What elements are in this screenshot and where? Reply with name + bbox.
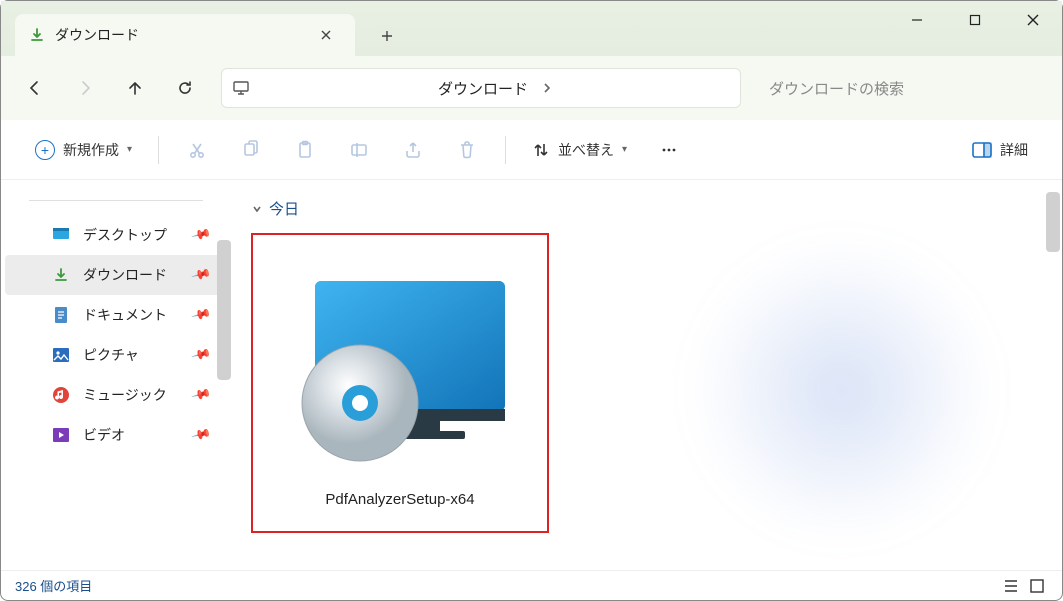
- search-input[interactable]: ダウンロードの検索: [755, 68, 967, 108]
- chevron-right-icon[interactable]: [542, 81, 552, 95]
- back-button[interactable]: [13, 68, 57, 108]
- file-item[interactable]: PdfAnalyzerSetup-x64: [251, 233, 549, 533]
- delete-button[interactable]: [443, 130, 491, 170]
- chevron-down-icon: ▾: [622, 144, 627, 155]
- breadcrumb: ダウンロード: [260, 78, 730, 99]
- download-icon: [51, 265, 71, 285]
- group-header-today[interactable]: 今日: [251, 198, 1042, 219]
- status-bar: 326 個の項目: [1, 570, 1062, 600]
- sidebar-item-label: デスクトップ: [83, 225, 167, 245]
- sidebar-item-label: ビデオ: [83, 425, 125, 445]
- divider: [29, 200, 203, 201]
- details-pane-icon: [972, 142, 992, 158]
- sidebar: デスクトップ 📌 ダウンロード 📌 ドキュメント 📌 ピクチャ 📌: [1, 180, 231, 570]
- download-icon: [29, 27, 45, 43]
- refresh-button[interactable]: [163, 68, 207, 108]
- content-scrollbar[interactable]: [1046, 192, 1060, 252]
- pin-icon: 📌: [190, 384, 212, 406]
- separator: [505, 136, 506, 164]
- new-label: 新規作成: [63, 140, 119, 160]
- new-tab-button[interactable]: [367, 16, 407, 56]
- close-window-button[interactable]: [1004, 1, 1062, 39]
- minimize-button[interactable]: [888, 1, 946, 39]
- sidebar-item-desktop[interactable]: デスクトップ 📌: [5, 215, 227, 255]
- separator: [158, 136, 159, 164]
- new-button[interactable]: + 新規作成 ▾: [23, 130, 144, 170]
- monitor-icon: [232, 79, 250, 97]
- pin-icon: 📌: [190, 264, 212, 286]
- share-button[interactable]: [389, 130, 437, 170]
- desktop-icon: [51, 225, 71, 245]
- breadcrumb-current[interactable]: ダウンロード: [438, 78, 528, 99]
- view-list-button[interactable]: [1000, 575, 1022, 597]
- pin-icon: 📌: [190, 304, 212, 326]
- sidebar-item-documents[interactable]: ドキュメント 📌: [5, 295, 227, 335]
- chevron-down-icon: ▾: [127, 144, 132, 155]
- pin-icon: 📌: [190, 344, 212, 366]
- document-icon: [51, 305, 71, 325]
- forward-button[interactable]: [63, 68, 107, 108]
- more-button[interactable]: [645, 130, 693, 170]
- window-controls: [888, 1, 1062, 39]
- sidebar-item-label: ドキュメント: [83, 305, 167, 325]
- pin-icon: 📌: [190, 424, 212, 446]
- group-label: 今日: [269, 198, 299, 219]
- address-box[interactable]: ダウンロード: [221, 68, 741, 108]
- cut-button[interactable]: [173, 130, 221, 170]
- music-icon: [51, 385, 71, 405]
- details-pane-button[interactable]: 詳細: [960, 130, 1040, 170]
- search-placeholder: ダウンロードの検索: [769, 78, 904, 99]
- title-bar: ダウンロード: [1, 1, 1062, 56]
- maximize-button[interactable]: [946, 1, 1004, 39]
- file-name: PdfAnalyzerSetup-x64: [325, 491, 474, 508]
- copy-button[interactable]: [227, 130, 275, 170]
- installer-icon: [285, 271, 515, 471]
- sidebar-scrollbar[interactable]: [217, 240, 231, 380]
- view-grid-button[interactable]: [1026, 575, 1048, 597]
- sidebar-item-label: ミュージック: [83, 385, 167, 405]
- blurred-preview: [692, 240, 992, 540]
- sort-label: 並べ替え: [558, 140, 614, 160]
- item-count: 326 個の項目: [15, 576, 92, 595]
- pictures-icon: [51, 345, 71, 365]
- sidebar-item-downloads[interactable]: ダウンロード 📌: [5, 255, 227, 295]
- file-list: 今日 PdfAnalyzerS: [231, 180, 1062, 570]
- details-label: 詳細: [1000, 140, 1028, 160]
- chevron-down-icon: [251, 203, 263, 215]
- rename-button[interactable]: [335, 130, 383, 170]
- pin-icon: 📌: [190, 224, 212, 246]
- sidebar-item-label: ダウンロード: [83, 265, 167, 285]
- paste-button[interactable]: [281, 130, 329, 170]
- plus-circle-icon: +: [35, 140, 55, 160]
- tab-title: ダウンロード: [55, 25, 301, 45]
- sort-icon: [532, 141, 550, 159]
- sidebar-item-videos[interactable]: ビデオ 📌: [5, 415, 227, 455]
- sidebar-item-label: ピクチャ: [83, 345, 139, 365]
- up-button[interactable]: [113, 68, 157, 108]
- sort-button[interactable]: 並べ替え ▾: [520, 130, 639, 170]
- tab-downloads[interactable]: ダウンロード: [15, 14, 355, 56]
- address-bar: ダウンロード ダウンロードの検索: [1, 56, 1062, 120]
- video-icon: [51, 425, 71, 445]
- close-tab-button[interactable]: [311, 20, 341, 50]
- sidebar-item-pictures[interactable]: ピクチャ 📌: [5, 335, 227, 375]
- toolbar: + 新規作成 ▾ 並べ替え ▾ 詳細: [1, 120, 1062, 180]
- sidebar-item-music[interactable]: ミュージック 📌: [5, 375, 227, 415]
